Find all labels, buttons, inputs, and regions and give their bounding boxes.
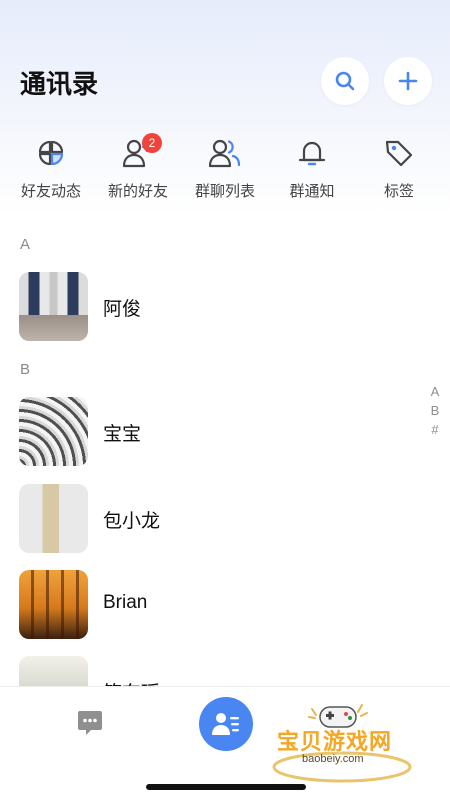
page-title: 通讯录: [20, 70, 99, 100]
index-letter[interactable]: B: [431, 401, 440, 420]
avatar: [19, 272, 88, 341]
contact-name: 宝宝: [103, 423, 142, 445]
nav-messages[interactable]: [74, 707, 106, 739]
contact-item[interactable]: 宝宝: [0, 397, 420, 467]
quick-action-label: 群通知: [289, 182, 335, 200]
avatar: [19, 397, 88, 466]
search-button[interactable]: [321, 57, 369, 105]
quick-action-label: 好友动态: [20, 182, 81, 200]
group-chat-icon: [207, 135, 243, 171]
section-header-b: B: [20, 361, 31, 378]
add-friend-icon: 2: [120, 133, 162, 171]
quick-actions: 好友动态 2 新的好友 群聊列表 群通知 标签: [0, 133, 450, 210]
quick-action-moments[interactable]: 好友动态: [8, 135, 94, 210]
nav-contacts[interactable]: [199, 697, 253, 751]
contacts-icon: [212, 713, 239, 735]
contact-name: Brian: [103, 592, 148, 613]
home-indicator: [146, 784, 306, 790]
quick-action-label: 新的好友: [107, 182, 168, 200]
contact-item[interactable]: 阿俊: [0, 272, 420, 342]
avatar: [19, 570, 88, 639]
quick-action-tags[interactable]: 标签: [356, 135, 442, 210]
add-button[interactable]: [384, 57, 432, 105]
section-header-a: A: [20, 236, 31, 253]
bell-icon: [294, 135, 330, 171]
watermark-title: 宝贝游戏网: [277, 730, 393, 755]
plus-icon: [398, 71, 418, 91]
watermark-logo: 宝贝游戏网 baobeiy.com: [272, 695, 422, 785]
avatar: [19, 484, 88, 553]
contact-name: 阿俊: [103, 298, 142, 320]
notification-badge: 2: [142, 133, 162, 153]
alphabet-index[interactable]: A B #: [426, 382, 444, 439]
watermark-url: baobeiy.com: [302, 753, 364, 765]
bottom-nav: 宝贝游戏网 baobeiy.com: [0, 686, 450, 800]
contact-item[interactable]: 包小龙: [0, 484, 420, 554]
index-letter[interactable]: A: [431, 382, 440, 401]
contact-item[interactable]: Brian: [0, 570, 420, 640]
quick-action-group-list[interactable]: 群聊列表: [182, 135, 268, 210]
quick-action-label: 标签: [383, 182, 414, 200]
header: 通讯录: [0, 50, 450, 114]
index-letter[interactable]: #: [431, 420, 438, 439]
moments-icon: [33, 135, 69, 171]
search-icon: [335, 71, 355, 91]
quick-action-group-notices[interactable]: 群通知: [269, 135, 355, 210]
chat-bubble-icon: [78, 711, 102, 735]
tag-icon: [381, 135, 417, 171]
quick-action-new-friends[interactable]: 2 新的好友: [95, 133, 181, 210]
quick-action-label: 群聊列表: [194, 182, 255, 200]
contact-name: 包小龙: [103, 510, 161, 532]
